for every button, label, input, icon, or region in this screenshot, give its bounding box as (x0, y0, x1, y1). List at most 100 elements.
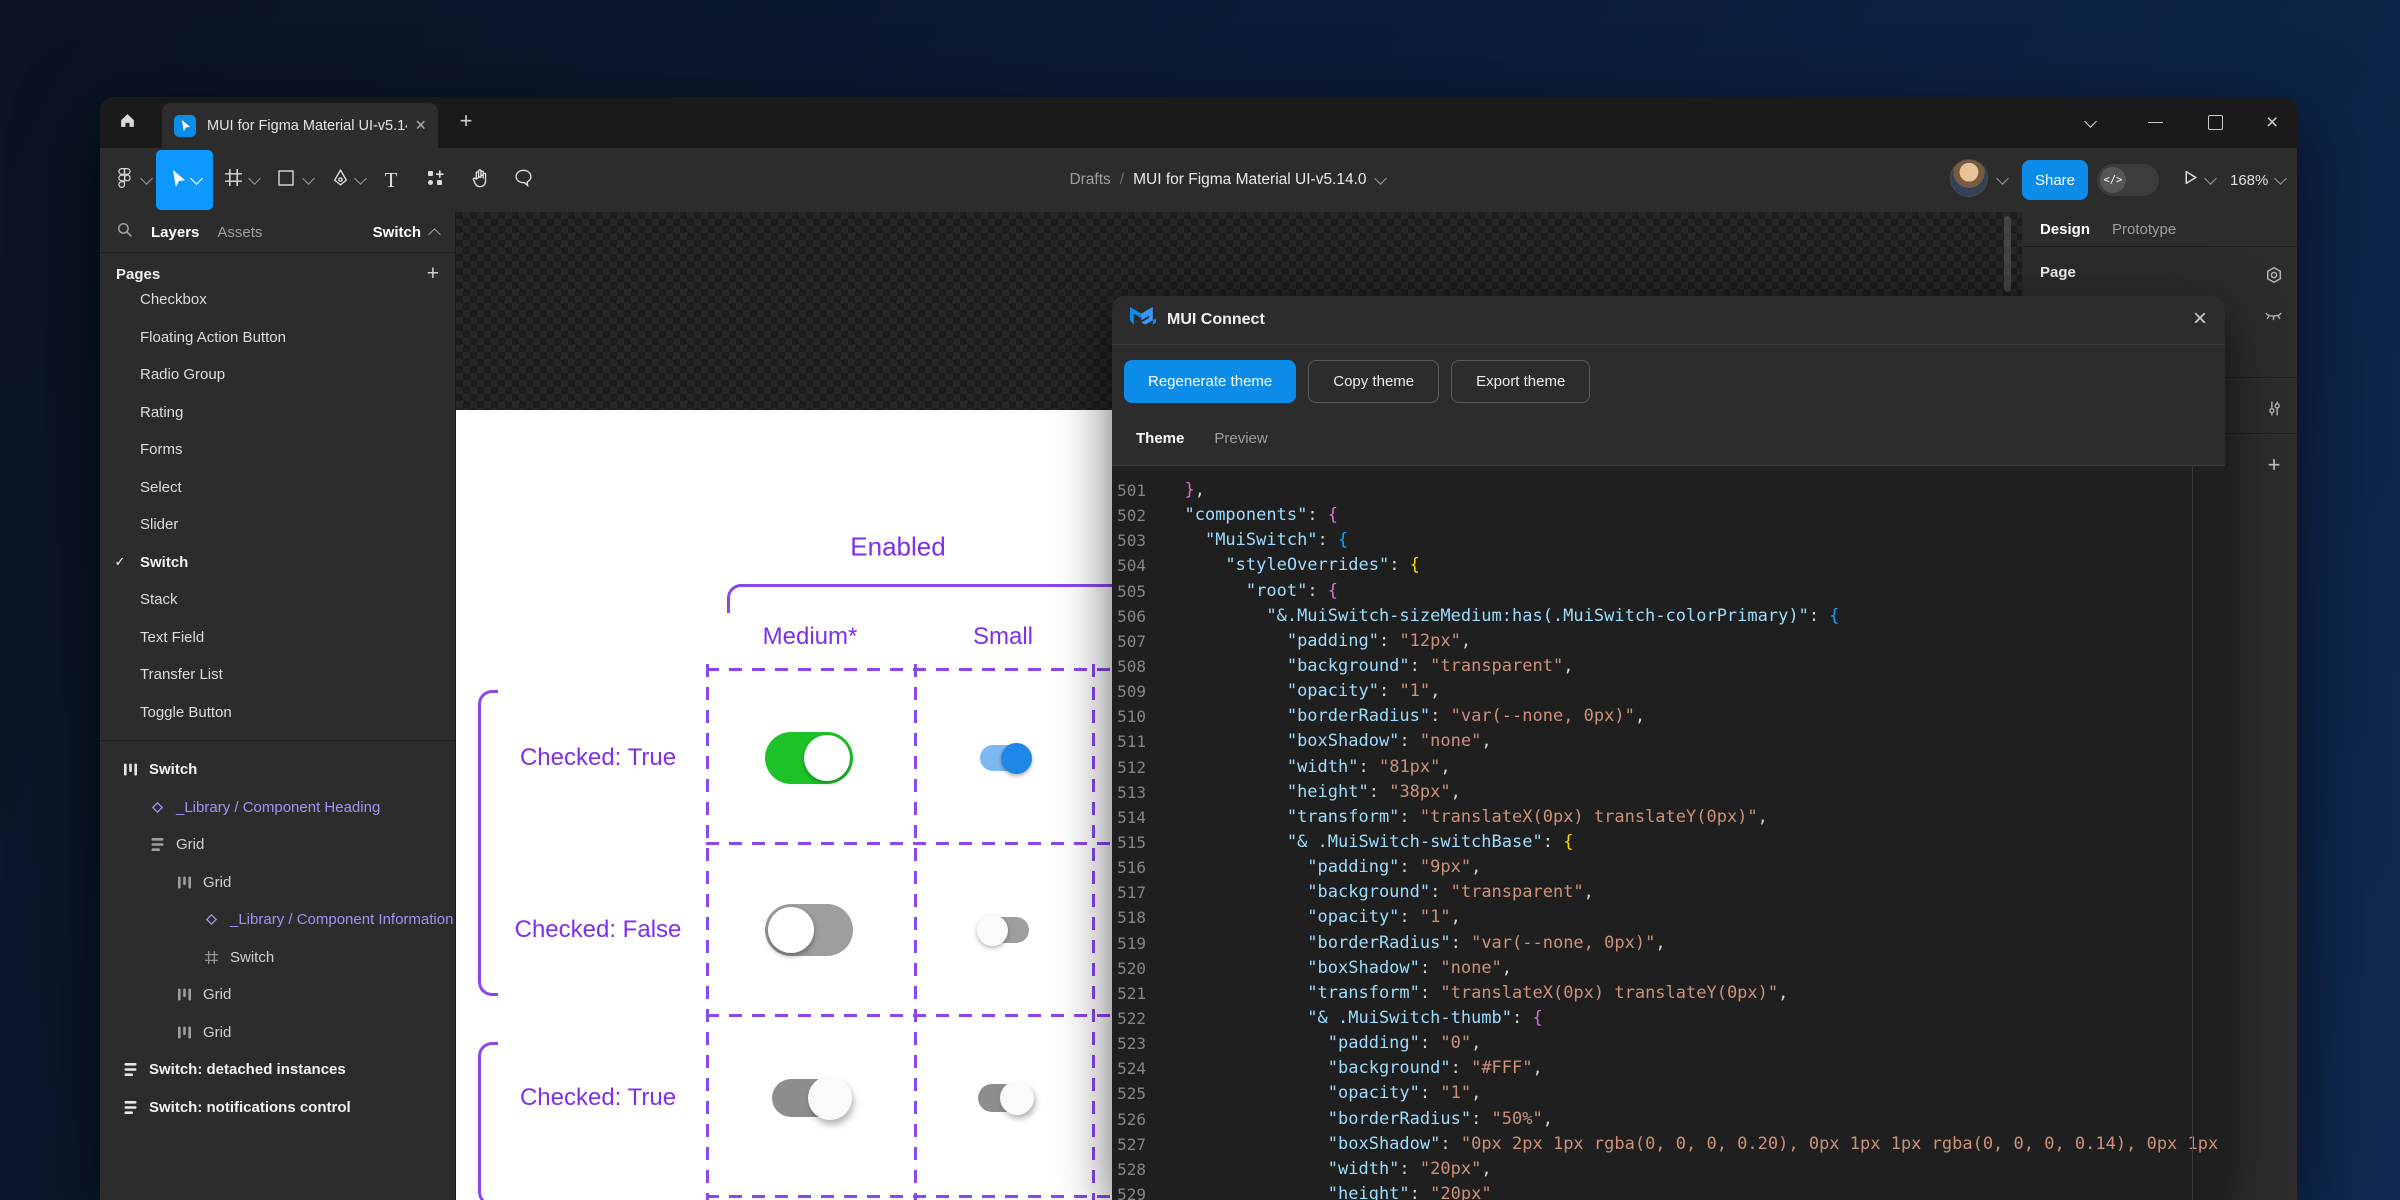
page-label: Rating (140, 404, 183, 421)
switch-off-gray-small[interactable] (980, 917, 1029, 943)
copy-theme-button[interactable]: Copy theme (1308, 360, 1439, 403)
page-selector-label: Switch (373, 224, 421, 241)
tab-theme[interactable]: Theme (1136, 430, 1184, 447)
page-selector[interactable]: Switch (373, 224, 439, 241)
layer-item[interactable]: Grid (100, 826, 455, 864)
shape-tool[interactable] (272, 148, 300, 212)
sidebar-page-item[interactable]: Select (100, 469, 455, 507)
add-icon[interactable]: + (2262, 453, 2286, 477)
sidebar-page-item[interactable]: Toggle Button (100, 694, 455, 732)
styles-icon[interactable] (2262, 263, 2286, 287)
code-line: 503 "MuiSwitch": { (1112, 528, 2225, 553)
dialog-close-icon[interactable]: × (2193, 307, 2207, 331)
layer-item[interactable]: Grid (100, 1014, 455, 1052)
code-editor[interactable]: 501 },502 "components": {503 "MuiSwitch"… (1112, 466, 2225, 1200)
code-scrollbar[interactable] (2192, 466, 2193, 1200)
regenerate-theme-button[interactable]: Regenerate theme (1124, 360, 1296, 403)
layer-label: _Library / Component Heading (176, 799, 380, 816)
canvas-row-label[interactable]: Checked: True (520, 1084, 676, 1112)
avatar[interactable] (1950, 159, 1988, 197)
sidebar-page-item[interactable]: Forms (100, 431, 455, 469)
layer-item[interactable]: Switch: detached instances (100, 1051, 455, 1089)
breadcrumb-file-title[interactable]: MUI for Figma Material UI-v5.14.0 (1133, 171, 1366, 189)
main-menu-button[interactable] (110, 148, 138, 212)
hand-tool[interactable] (465, 148, 495, 212)
switch-on-green[interactable] (765, 732, 853, 784)
file-tab[interactable]: MUI for Figma Material UI-v5.14.0 × (162, 103, 438, 148)
canvas-scrollbar[interactable] (2004, 216, 2011, 292)
sidebar-page-item[interactable]: Text Field (100, 619, 455, 657)
canvas-group-title[interactable]: Enabled (850, 532, 945, 563)
code-text: "& .MuiSwitch-thumb": { (1164, 1006, 1543, 1031)
layer-item[interactable]: Switch (100, 939, 455, 977)
sidebar-page-item[interactable]: Transfer List (100, 656, 455, 694)
breadcrumb-folder[interactable]: Drafts (1069, 171, 1110, 189)
tab-layers[interactable]: Layers (151, 224, 199, 241)
export-theme-button[interactable]: Export theme (1451, 360, 1590, 403)
switch-off-gray[interactable] (765, 904, 853, 956)
share-button[interactable]: Share (2022, 160, 2088, 200)
sidebar-page-item[interactable]: ✓Switch (100, 544, 455, 582)
layer-item[interactable]: Switch: notifications control (100, 1089, 455, 1127)
tab-assets[interactable]: Assets (217, 224, 262, 241)
tab-close-icon[interactable]: × (415, 115, 426, 136)
sidebar-page-item[interactable]: Radio Group (100, 356, 455, 394)
window-close-button[interactable]: × (2266, 97, 2278, 148)
chevron-down-icon (140, 172, 153, 185)
present-button[interactable] (2178, 148, 2202, 212)
layer-item[interactable]: Grid (100, 864, 455, 902)
code-text: "& .MuiSwitch-switchBase": { (1164, 830, 1573, 855)
window-restore-button[interactable] (2086, 97, 2095, 148)
switch-on-gray-small[interactable] (978, 1084, 1030, 1112)
move-tool-selected[interactable] (156, 150, 213, 210)
layer-item[interactable]: _Library / Component Information (100, 901, 455, 939)
switch-on-blue[interactable] (980, 745, 1029, 771)
dev-mode-toggle[interactable]: </> (2097, 164, 2159, 196)
tab-preview[interactable]: Preview (1214, 430, 1267, 447)
tab-design[interactable]: Design (2040, 221, 2090, 238)
sidebar-page-item[interactable]: Checkbox (100, 281, 455, 319)
sidebar-page-item[interactable]: Stack (100, 581, 455, 619)
main-menu-chevron[interactable] (138, 148, 154, 212)
layer-item[interactable]: Grid (100, 976, 455, 1014)
pen-tool-chevron[interactable] (352, 148, 368, 212)
tab-prototype[interactable]: Prototype (2112, 221, 2176, 238)
layer-item[interactable]: _Library / Component Heading (100, 789, 455, 827)
layer-item[interactable]: Switch (100, 751, 455, 789)
adjust-sliders-icon[interactable] (2262, 396, 2286, 420)
canvas-column-label[interactable]: Medium* (763, 623, 858, 651)
hidden-eye-icon[interactable] (2261, 303, 2285, 327)
frame-tool[interactable] (220, 148, 246, 212)
canvas-row-label[interactable]: Checked: False (515, 916, 682, 944)
new-tab-button[interactable]: + (452, 108, 480, 134)
code-line: 522 "& .MuiSwitch-thumb": { (1112, 1006, 2225, 1031)
layer-label: Grid (203, 986, 231, 1003)
code-line: 501 }, (1112, 478, 2225, 503)
code-line: 502 "components": { (1112, 503, 2225, 528)
search-icon[interactable] (116, 221, 133, 243)
code-text: "opacity": "1", (1164, 905, 1461, 930)
sidebar-page-item[interactable]: Rating (100, 394, 455, 432)
shape-tool-chevron[interactable] (300, 148, 316, 212)
switch-on-gray[interactable] (772, 1079, 846, 1117)
zoom-menu[interactable]: 168% (2230, 148, 2285, 212)
canvas-column-label[interactable]: Small (973, 623, 1033, 651)
text-tool[interactable]: T (376, 148, 406, 212)
sidebar-page-item[interactable]: Slider (100, 506, 455, 544)
pen-tool[interactable] (326, 148, 354, 212)
account-chevron[interactable] (1994, 148, 2010, 212)
present-chevron[interactable] (2202, 148, 2218, 212)
line-number: 513 (1112, 780, 1146, 805)
frame-icon (203, 949, 219, 965)
code-line: 511 "boxShadow": "none", (1112, 729, 2225, 754)
chevron-down-icon[interactable] (1374, 172, 1387, 185)
sidebar-page-item[interactable]: Floating Action Button (100, 319, 455, 357)
code-line: 516 "padding": "9px", (1112, 855, 2225, 880)
canvas-row-label[interactable]: Checked: True (520, 744, 676, 772)
window-minimize-button[interactable] (2148, 97, 2163, 148)
comment-tool[interactable] (508, 148, 538, 212)
home-button[interactable] (114, 110, 140, 136)
resources-tool[interactable] (420, 148, 450, 212)
frame-tool-chevron[interactable] (246, 148, 262, 212)
window-maximize-button[interactable] (2208, 97, 2223, 148)
